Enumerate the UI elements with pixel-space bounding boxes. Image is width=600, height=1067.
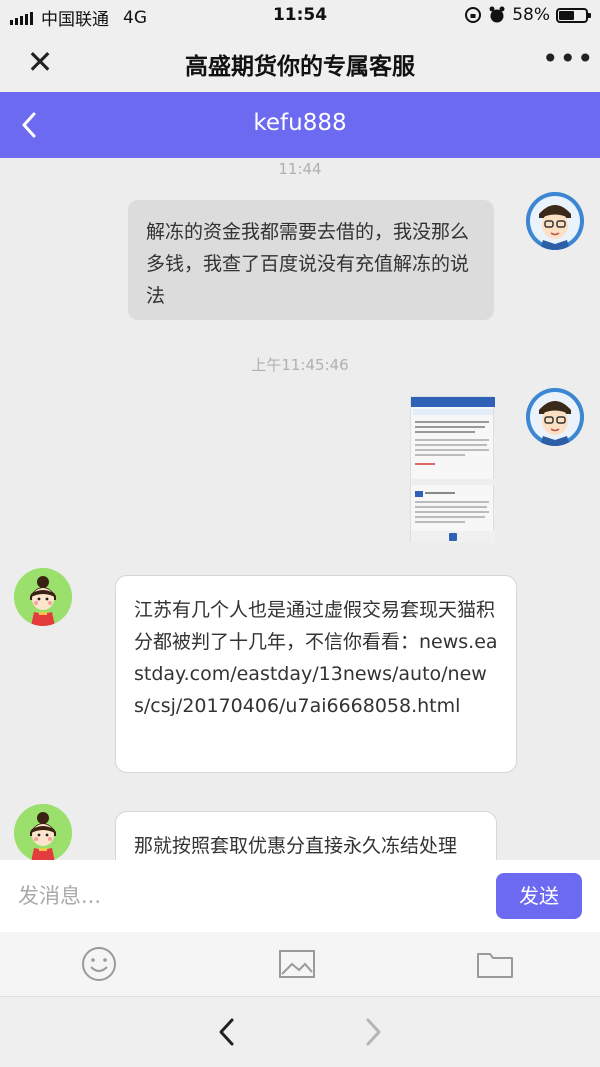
title-bar: ✕ 高盛期货你的专属客服 ••• (0, 32, 600, 92)
forward-icon[interactable] (358, 1015, 388, 1049)
user-avatar[interactable] (14, 568, 72, 626)
chat-header: kefu888 (0, 92, 600, 158)
battery-percent: 58% (512, 5, 550, 25)
send-button[interactable]: 发送 (496, 873, 582, 919)
user-avatar[interactable] (14, 804, 72, 860)
chat-area[interactable]: 11:44 解冻的资金我都需要去借的，我没那么多钱，我查了百度说没有充值解冻的说… (0, 158, 600, 860)
status-right: 58% (464, 5, 591, 25)
message-bubble-outgoing[interactable]: 解冻的资金我都需要去借的，我没那么多钱，我查了百度说没有充值解冻的说法 (128, 200, 494, 320)
tools-bar (0, 932, 600, 996)
browser-nav-bar (0, 996, 600, 1067)
rotation-lock-icon (465, 7, 482, 23)
screenshot-thumbnail[interactable] (410, 396, 495, 543)
back-icon[interactable] (212, 1015, 242, 1049)
status-bar: 中国联通 4G 11:54 58% (0, 0, 600, 32)
battery-icon (556, 7, 591, 23)
message-bubble-incoming[interactable]: 那就按照套取优惠分直接永久冻结处理 (115, 811, 497, 860)
more-icon[interactable]: ••• (542, 44, 594, 80)
alarm-icon (489, 6, 505, 23)
message-input-bar: 发消息... 发送 (0, 860, 600, 932)
message-bubble-incoming[interactable]: 江苏有几个人也是通过虚假交易套现天猫积分都被判了十几年，不信你看看：news.e… (115, 575, 517, 773)
timestamp: 11:44 (278, 160, 322, 178)
page-title: 高盛期货你的专属客服 (185, 54, 415, 80)
agent-avatar[interactable] (526, 192, 584, 250)
agent-avatar[interactable] (526, 388, 584, 446)
image-icon[interactable] (277, 946, 317, 982)
chat-contact-name: kefu888 (253, 110, 347, 136)
folder-icon[interactable] (475, 946, 515, 982)
message-input[interactable]: 发消息... (18, 874, 478, 918)
emoji-icon[interactable] (79, 946, 119, 982)
timestamp: 上午11:45:46 (251, 356, 349, 374)
